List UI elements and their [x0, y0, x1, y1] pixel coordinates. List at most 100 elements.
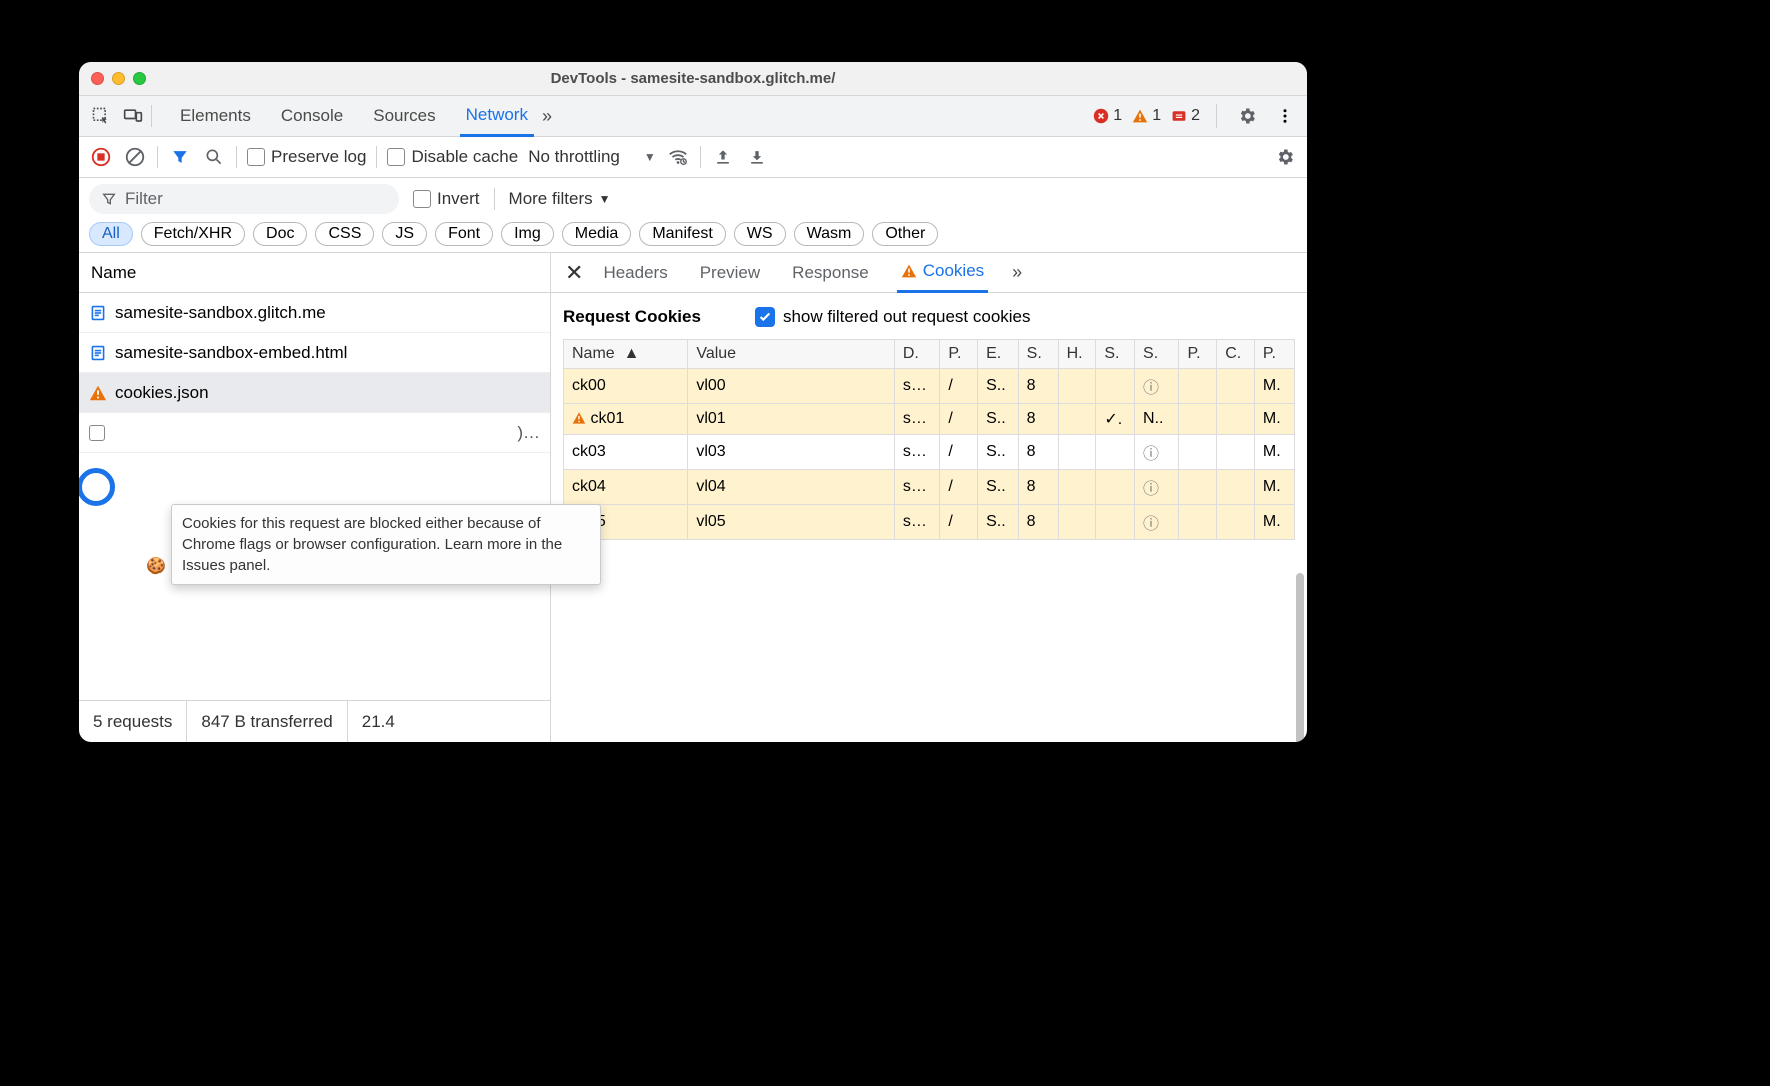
filter-input[interactable]: Filter [89, 184, 399, 214]
chip-img[interactable]: Img [501, 222, 554, 246]
cookie-row[interactable]: ck00vl00s…/S..8ⓘM. [564, 369, 1295, 404]
chip-other[interactable]: Other [872, 222, 938, 246]
main-split: Name samesite-sandbox.glitch.me samesite-… [79, 253, 1307, 742]
col-header[interactable]: C. [1217, 340, 1255, 369]
warning-icon [901, 263, 917, 279]
error-badge[interactable]: 1 [1093, 107, 1122, 125]
titlebar: DevTools - samesite-sandbox.glitch.me/ [79, 62, 1307, 96]
tab-console[interactable]: Console [275, 96, 349, 137]
document-icon [89, 304, 107, 322]
request-row[interactable]: samesite-sandbox-embed.html [79, 333, 550, 373]
more-tabs-icon[interactable]: » [538, 106, 556, 127]
scrollbar[interactable] [1296, 573, 1304, 742]
document-icon [89, 344, 107, 362]
chip-css[interactable]: CSS [315, 222, 374, 246]
filter-toggle-icon[interactable] [168, 145, 192, 169]
funnel-icon [101, 191, 117, 207]
col-header[interactable]: D. [894, 340, 940, 369]
close-window[interactable] [91, 72, 104, 85]
blocked-cookies-tooltip: Cookies for this request are blocked eit… [171, 504, 601, 585]
detail-pane: ✕ Headers Preview Response Cookies » Reques… [551, 253, 1307, 742]
record-icon[interactable] [89, 145, 113, 169]
settings-icon[interactable] [1233, 102, 1261, 130]
tab-network[interactable]: Network [460, 96, 534, 137]
request-list-pane: Name samesite-sandbox.glitch.me samesite-… [79, 253, 551, 742]
request-list-header: Name [79, 253, 550, 293]
network-toolbar: Preserve log Disable cache No throttling… [79, 137, 1307, 178]
detail-tab-response[interactable]: Response [788, 253, 873, 293]
col-header[interactable]: S. [1018, 340, 1058, 369]
col-header[interactable]: P. [1254, 340, 1294, 369]
detail-tab-preview[interactable]: Preview [696, 253, 764, 293]
disable-cache-checkbox[interactable]: Disable cache [387, 147, 518, 167]
info-icon: ⓘ [1143, 481, 1159, 498]
request-name: samesite-sandbox.glitch.me [115, 303, 326, 323]
warning-icon [89, 384, 107, 402]
tab-sources[interactable]: Sources [367, 96, 441, 137]
more-filters-dropdown[interactable]: More filters▼ [509, 189, 611, 209]
col-header[interactable]: P. [1179, 340, 1217, 369]
import-har-icon[interactable] [745, 145, 769, 169]
search-icon[interactable] [202, 145, 226, 169]
network-conditions-icon[interactable] [666, 145, 690, 169]
warning-icon [572, 411, 586, 425]
panel-settings-icon[interactable] [1273, 145, 1297, 169]
cookie-row[interactable]: ck01vl01s…/S..8✓.N..M. [564, 404, 1295, 435]
ellipsis: )… [517, 423, 540, 443]
close-detail-icon[interactable]: ✕ [565, 260, 583, 286]
preserve-log-checkbox[interactable]: Preserve log [247, 147, 366, 167]
show-filtered-checkbox[interactable]: show filtered out request cookies [755, 307, 1031, 327]
col-header[interactable]: Name ▲ [564, 340, 688, 369]
warning-badge[interactable]: 1 [1132, 107, 1161, 125]
request-name: samesite-sandbox-embed.html [115, 343, 347, 363]
detail-tab-cookies[interactable]: Cookies [897, 253, 988, 293]
window-title: DevTools - samesite-sandbox.glitch.me/ [79, 70, 1307, 87]
col-header[interactable]: H. [1058, 340, 1096, 369]
traffic-lights [91, 72, 146, 85]
col-header[interactable]: E. [978, 340, 1019, 369]
chip-manifest[interactable]: Manifest [639, 222, 725, 246]
device-emulation-icon[interactable] [119, 102, 147, 130]
checked-icon [755, 307, 775, 327]
detail-tab-headers[interactable]: Headers [599, 253, 671, 293]
col-header[interactable]: P. [940, 340, 978, 369]
info-icon: ⓘ [1143, 516, 1159, 533]
more-detail-tabs-icon[interactable]: » [1008, 262, 1026, 283]
request-row[interactable]: cookies.json [79, 373, 550, 413]
checkbox-icon [89, 425, 105, 441]
clear-icon[interactable] [123, 145, 147, 169]
detail-tabs: ✕ Headers Preview Response Cookies » [551, 253, 1307, 293]
chip-font[interactable]: Font [435, 222, 493, 246]
cookie-row[interactable]: ck04vl04s…/S..8ⓘM. [564, 470, 1295, 505]
divider [151, 105, 152, 127]
chip-doc[interactable]: Doc [253, 222, 307, 246]
status-transferred: 847 B transferred [187, 701, 347, 742]
chip-fetch-xhr[interactable]: Fetch/XHR [141, 222, 245, 246]
cookie-row[interactable]: ck05vl05s…/S..8ⓘM. [564, 505, 1295, 540]
request-row[interactable]: )… [79, 413, 550, 453]
chip-ws[interactable]: WS [734, 222, 786, 246]
kebab-menu-icon[interactable] [1271, 102, 1299, 130]
main-tabstrip: Elements Console Sources Network » 1 1 2 [79, 96, 1307, 137]
info-icon: ⓘ [1143, 446, 1159, 463]
minimize-window[interactable] [112, 72, 125, 85]
section-title: Request Cookies [563, 307, 701, 327]
col-header[interactable]: S. [1135, 340, 1179, 369]
inspect-icon[interactable] [87, 102, 115, 130]
export-har-icon[interactable] [711, 145, 735, 169]
invert-checkbox[interactable]: Invert [413, 189, 480, 209]
cookie-row[interactable]: ck03vl03s…/S..8ⓘM. [564, 435, 1295, 470]
chip-js[interactable]: JS [382, 222, 427, 246]
chip-wasm[interactable]: Wasm [794, 222, 865, 246]
chip-all[interactable]: All [89, 222, 133, 246]
chip-media[interactable]: Media [562, 222, 632, 246]
info-icon: ⓘ [1143, 380, 1159, 397]
issue-badge[interactable]: 2 [1171, 107, 1200, 125]
request-row[interactable]: samesite-sandbox.glitch.me [79, 293, 550, 333]
throttling-select[interactable]: No throttling▼ [528, 147, 656, 167]
tab-elements[interactable]: Elements [174, 96, 257, 137]
status-requests: 5 requests [79, 701, 187, 742]
col-header[interactable]: Value [688, 340, 895, 369]
col-header[interactable]: S. [1096, 340, 1135, 369]
zoom-window[interactable] [133, 72, 146, 85]
